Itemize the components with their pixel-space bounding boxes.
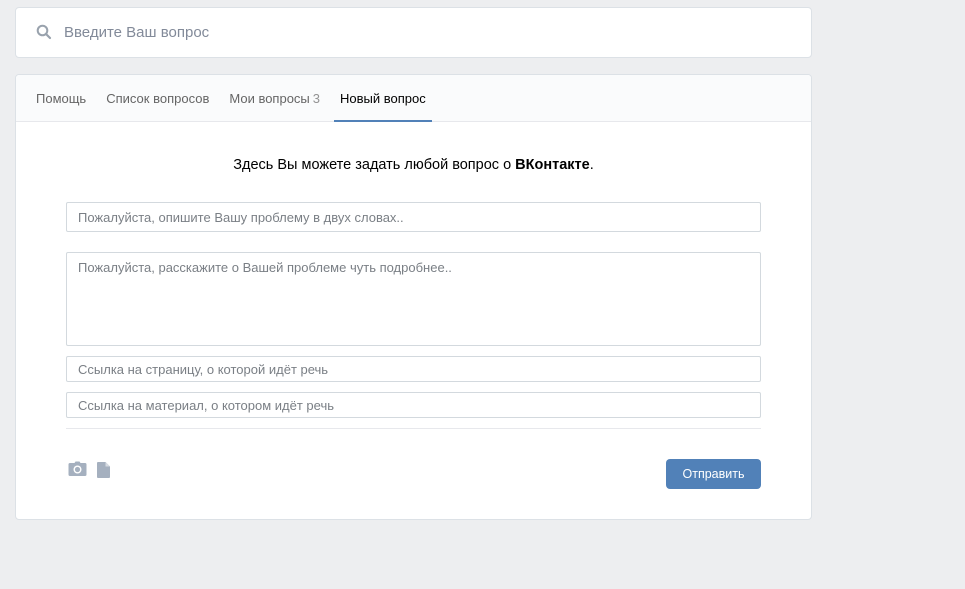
intro-suffix: .: [589, 157, 594, 173]
tab-questions-list-label: Список вопросов: [106, 91, 210, 106]
submit-button[interactable]: Отправить: [666, 459, 761, 489]
tab-new-question-label: Новый вопрос: [340, 91, 426, 106]
intro-text: Здесь Вы можете задать любой вопрос о: [233, 157, 516, 173]
camera-icon[interactable]: [68, 461, 87, 480]
tab-my-questions-label: Мои вопросы: [229, 91, 310, 106]
tab-help-label: Помощь: [36, 91, 87, 106]
material-link-input[interactable]: [66, 392, 761, 418]
search-icon: [36, 24, 52, 40]
search-box[interactable]: [15, 7, 812, 58]
search-input[interactable]: [64, 8, 794, 57]
question-title-input[interactable]: [66, 202, 761, 232]
tabs-bar: Помощь Список вопросов Мои вопросы 3 Новы…: [16, 75, 811, 122]
form-divider: [66, 428, 761, 429]
tab-help[interactable]: Помощь: [30, 75, 92, 121]
question-details-textarea[interactable]: [66, 252, 761, 346]
tab-my-questions[interactable]: Мои вопросы 3: [223, 75, 326, 121]
tab-new-question[interactable]: Новый вопрос: [334, 75, 432, 122]
question-card: Помощь Список вопросов Мои вопросы 3 Новы…: [15, 74, 812, 520]
tab-questions-list[interactable]: Список вопросов: [100, 75, 215, 121]
tab-my-questions-count: 3: [312, 91, 321, 106]
page-link-input[interactable]: [66, 356, 761, 382]
form-intro: Здесь Вы можете задать любой вопрос о ВК…: [16, 157, 811, 173]
intro-brand: ВКонтакте: [515, 157, 590, 173]
document-icon[interactable]: [97, 462, 110, 481]
